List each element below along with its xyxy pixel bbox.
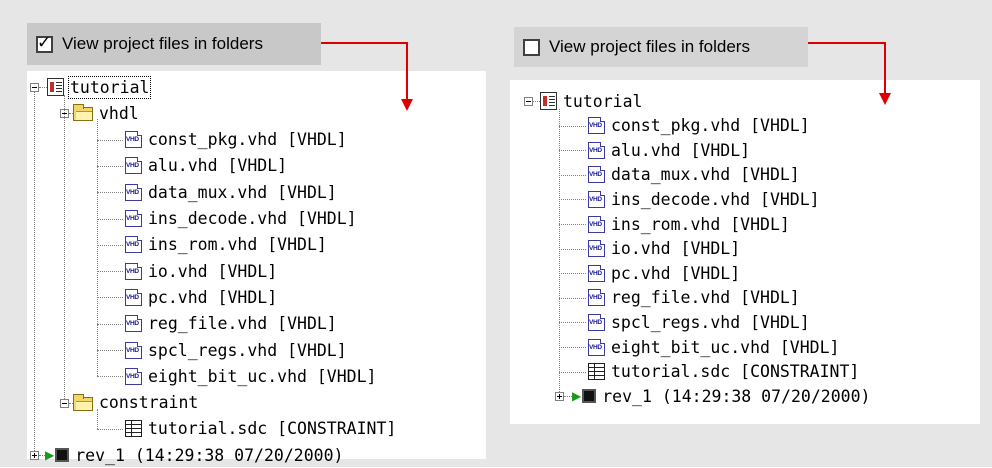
right-arrow — [808, 42, 891, 105]
left-arrow — [321, 42, 413, 111]
annotation-arrows — [321, 42, 891, 111]
figure-background: ✓ View project files in folders tutorial… — [0, 0, 992, 467]
